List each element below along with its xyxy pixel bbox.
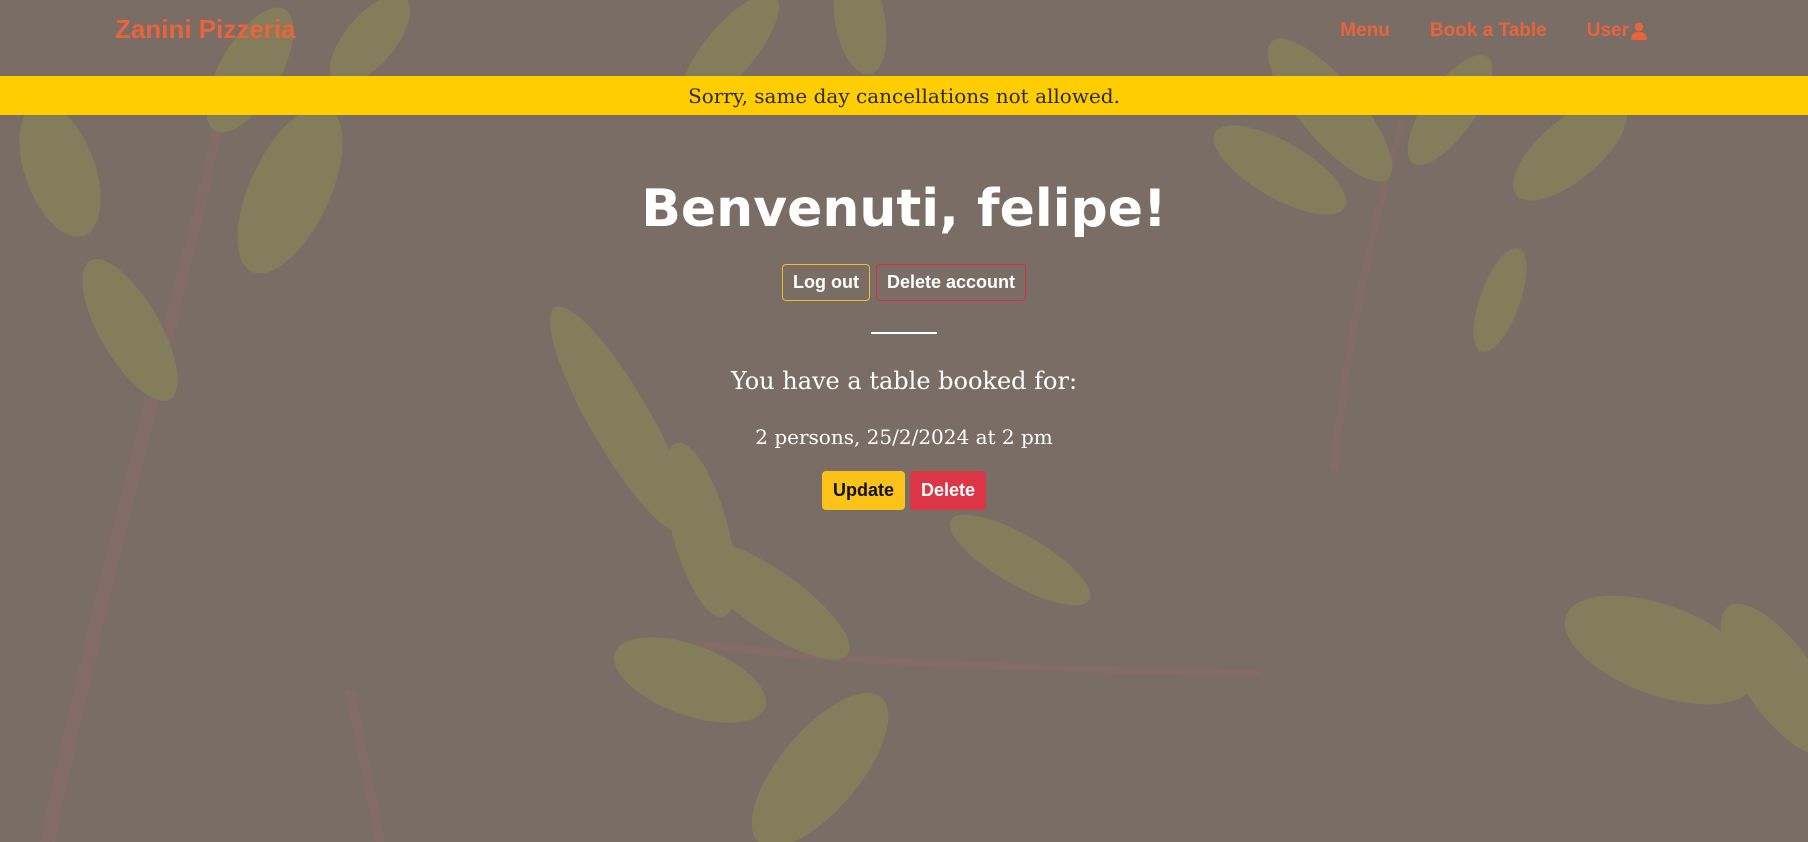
account-actions: Log out Delete account <box>0 264 1808 301</box>
nav-link-user-label: User <box>1586 20 1629 41</box>
welcome-heading: Benvenuti, felipe! <box>641 179 1167 239</box>
logout-button[interactable]: Log out <box>781 264 870 301</box>
navbar: Zanini Pizzeria Menu Book a Table User <box>0 0 1808 76</box>
booking-heading: You have a table booked for: <box>730 367 1078 395</box>
nav-link-book-table[interactable]: Book a Table <box>1430 20 1547 42</box>
alert-message: Sorry, same day cancellations not allowe… <box>688 83 1120 108</box>
user-icon <box>1631 22 1647 40</box>
divider <box>871 332 937 334</box>
account-panel: Benvenuti, felipe! Log out Delete accoun… <box>0 115 1808 510</box>
delete-booking-button[interactable]: Delete <box>909 471 987 510</box>
delete-account-button[interactable]: Delete account <box>875 264 1027 301</box>
main-nav: Menu Book a Table User <box>1340 20 1648 42</box>
nav-link-user[interactable]: User <box>1587 20 1648 42</box>
brand-logo-link[interactable]: Zanini Pizzeria <box>115 14 296 45</box>
update-booking-button[interactable]: Update <box>821 471 905 510</box>
nav-link-menu[interactable]: Menu <box>1340 20 1390 42</box>
booking-detail: 2 persons, 25/2/2024 at 2 pm <box>755 425 1053 449</box>
cancellation-alert: Sorry, same day cancellations not allowe… <box>0 76 1808 115</box>
booking-actions: Update Delete <box>0 471 1808 510</box>
